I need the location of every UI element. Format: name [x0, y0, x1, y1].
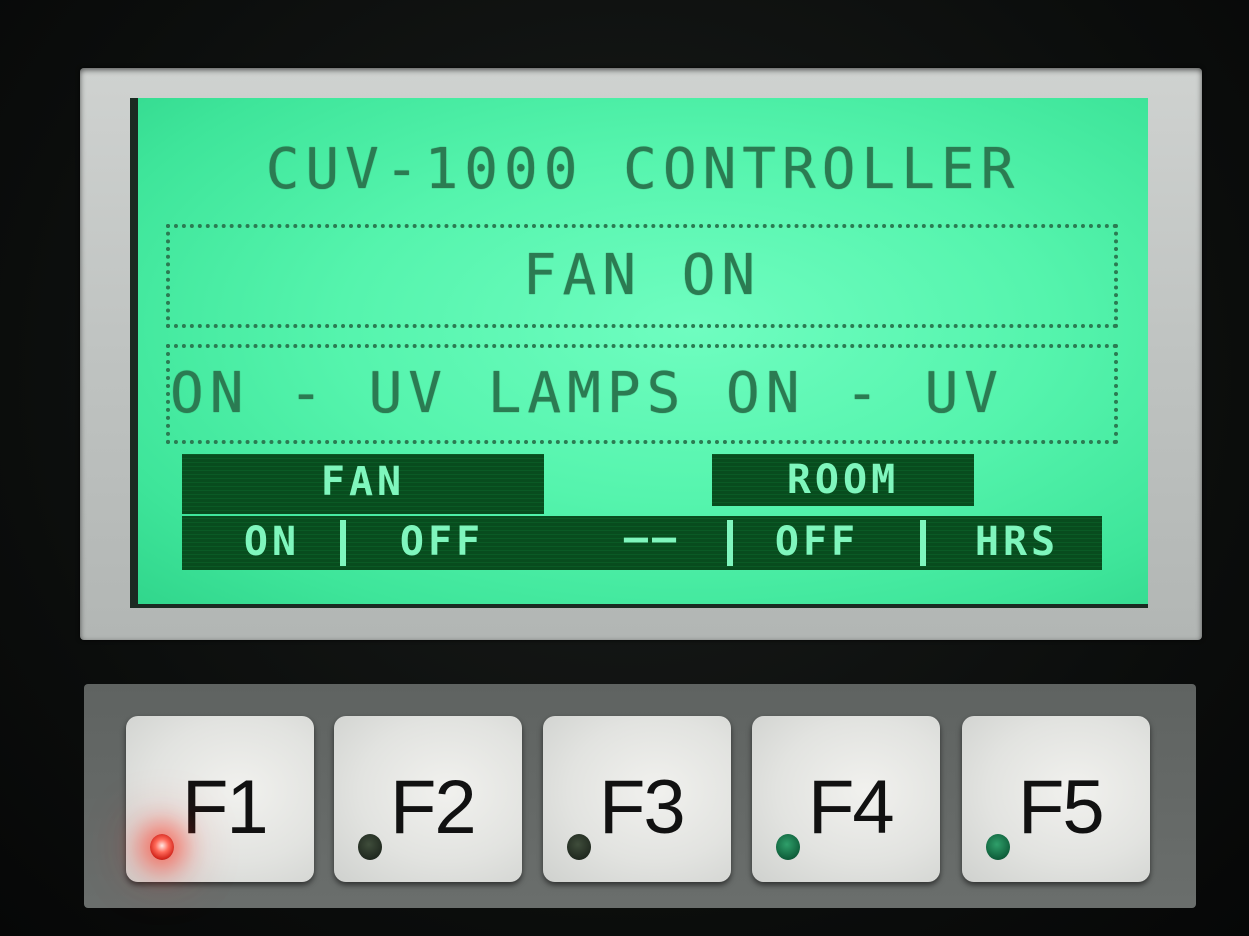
lcd-screen: CUV-1000 CONTROLLER FAN ON ON - UV LAMPS… — [130, 98, 1148, 608]
f4-led-indicator — [776, 834, 800, 860]
softkey-fan-header: FAN — [320, 459, 406, 505]
f5-led-indicator — [986, 834, 1010, 860]
softkey-room-off-label: OFF — [774, 519, 860, 565]
f5-key[interactable]: F5 — [962, 716, 1150, 882]
f4-key[interactable]: F4 — [752, 716, 940, 882]
softkey-off-label: OFF — [399, 519, 485, 565]
softkey-room-header: ROOM — [786, 457, 900, 503]
f2-key[interactable]: F2 — [334, 716, 522, 882]
f1-key-label: F1 — [182, 765, 269, 850]
softkey-separator — [920, 520, 926, 566]
softkey-legend: FAN ROOM ON OFF —— OFF HRS — [182, 454, 1102, 570]
display-title: CUV-1000 CONTROLLER — [265, 137, 1021, 202]
fan-status-box: FAN ON — [166, 224, 1118, 328]
f1-key[interactable]: F1 — [126, 716, 314, 882]
f5-key-label: F5 — [1018, 765, 1105, 850]
softkey-separator — [727, 520, 733, 566]
scrolling-message-text: ON - UV LAMPS ON - UV — [170, 361, 1005, 426]
softkey-separator — [340, 520, 346, 566]
softkey-hrs-label: HRS — [974, 519, 1060, 565]
f2-led-indicator — [358, 834, 382, 860]
fan-status-text: FAN ON — [522, 243, 762, 308]
f3-led-indicator — [567, 834, 591, 860]
softkey-on-label: ON — [243, 519, 301, 565]
f1-led-indicator — [150, 834, 174, 860]
f2-key-label: F2 — [390, 765, 477, 850]
f4-key-label: F4 — [808, 765, 895, 850]
softkey-dash-label: —— — [623, 515, 681, 561]
scrolling-message-box: ON - UV LAMPS ON - UV — [166, 344, 1118, 444]
f3-key[interactable]: F3 — [543, 716, 731, 882]
controller-device: CUV-1000 CONTROLLER FAN ON ON - UV LAMPS… — [0, 0, 1249, 936]
f3-key-label: F3 — [599, 765, 686, 850]
